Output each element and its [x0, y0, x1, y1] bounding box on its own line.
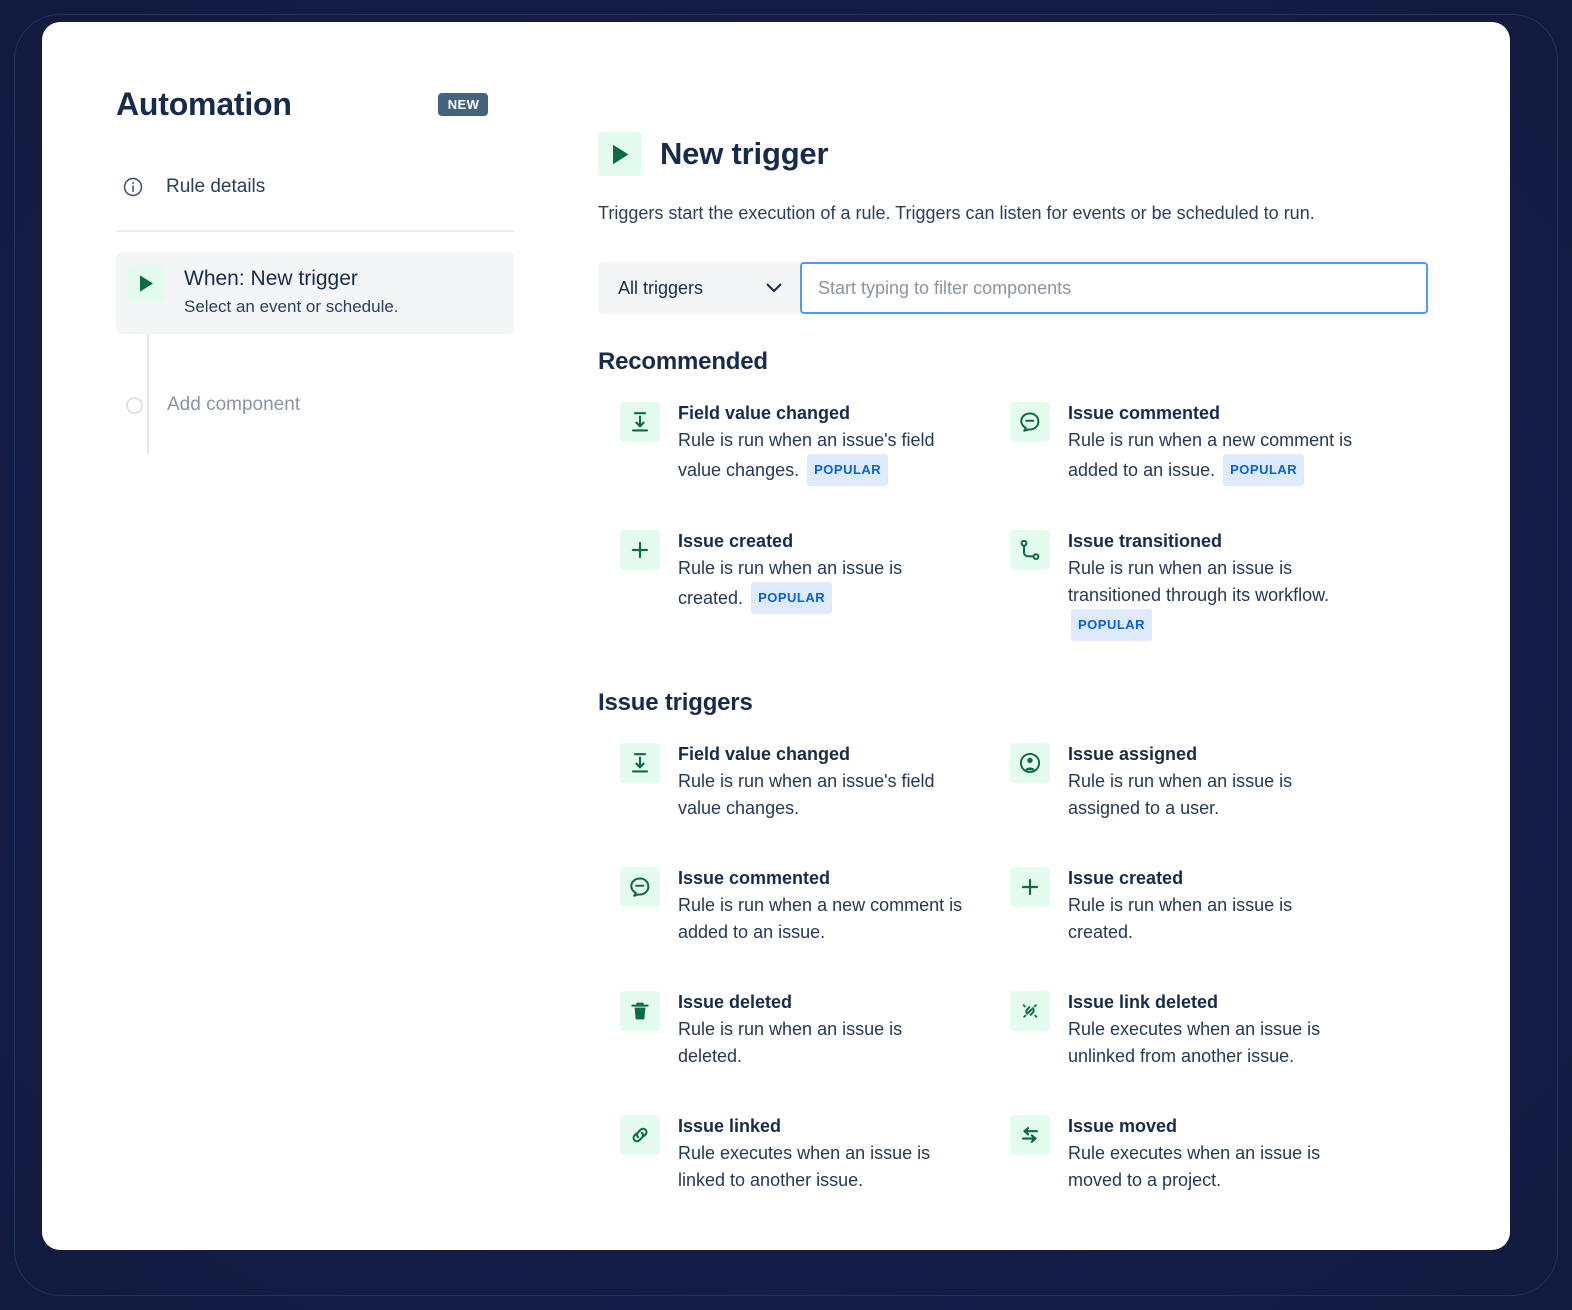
trigger-desc: Rule is run when a new comment is added … [678, 892, 968, 946]
filter-row: All triggers [598, 262, 1428, 314]
trigger-desc: Rule executes when an issue is linked to… [678, 1140, 968, 1194]
trigger-type-select-value: All triggers [618, 278, 703, 299]
rule-steps: When: New trigger Select an event or sch… [116, 252, 576, 416]
trigger-name: Issue transitioned [1068, 529, 1358, 553]
trigger-name: Issue linked [678, 1114, 968, 1138]
sidebar-item-rule-details[interactable]: Rule details [116, 170, 576, 204]
trigger-name: Issue created [678, 529, 968, 553]
trigger-body: Issue created Rule is run when an issue … [1068, 865, 1358, 946]
recommended-grid: Field value changed Rule is run when an … [598, 390, 1428, 651]
sidebar: Automation NEW Rule details [116, 80, 576, 416]
info-icon [122, 176, 144, 198]
filter-components-input[interactable] [800, 262, 1428, 314]
trigger-body: Issue deleted Rule is run when an issue … [678, 989, 968, 1070]
trigger-desc: Rule is run when an issue is created. PO… [678, 555, 968, 614]
main-title: New trigger [660, 136, 828, 172]
arrows-lr-icon [1010, 1115, 1050, 1155]
main-panel: New trigger Triggers start the execution… [598, 132, 1428, 1204]
trigger-field-value-changed[interactable]: Field value changed Rule is run when an … [598, 731, 976, 832]
issue-triggers-grid: Field value changed Rule is run when an … [598, 731, 1428, 1204]
popular-badge: POPULAR [807, 454, 888, 486]
section-title-recommended: Recommended [598, 348, 1428, 376]
main-header: New trigger [598, 132, 1428, 176]
trigger-issue-created[interactable]: Issue created Rule is run when an issue … [988, 855, 1366, 956]
trigger-type-select[interactable]: All triggers [598, 262, 800, 314]
trigger-desc: Rule is run when an issue's field value … [678, 427, 968, 486]
step-when-new-trigger[interactable]: When: New trigger Select an event or sch… [116, 252, 514, 334]
chevron-down-icon [766, 283, 782, 293]
broken-link-icon [1010, 991, 1050, 1031]
trigger-desc-text: Rule is run when a new comment is added … [1068, 430, 1352, 480]
comment-icon [1010, 402, 1050, 442]
trigger-issue-moved[interactable]: Issue moved Rule executes when an issue … [988, 1103, 1366, 1204]
page-title-row: Automation NEW [116, 80, 576, 128]
trigger-issue-commented[interactable]: Issue commented Rule is run when a new c… [988, 390, 1366, 496]
trigger-issue-transitioned[interactable]: Issue transitioned Rule is run when an i… [988, 518, 1366, 651]
trigger-body: Issue commented Rule is run when a new c… [1068, 400, 1358, 486]
trigger-desc: Rule is run when an issue is assigned to… [1068, 768, 1358, 822]
trigger-desc: Rule is run when an issue is transitione… [1068, 555, 1358, 641]
person-icon [1010, 743, 1050, 783]
trigger-issue-link-deleted[interactable]: Issue link deleted Rule executes when an… [988, 979, 1366, 1080]
transition-icon [1010, 530, 1050, 570]
trigger-issue-commented[interactable]: Issue commented Rule is run when a new c… [598, 855, 976, 956]
trigger-desc-text: Rule is run when an issue is transitione… [1068, 558, 1329, 605]
step-text: When: New trigger Select an event or sch… [184, 265, 399, 319]
comment-icon [620, 867, 660, 907]
trigger-issue-linked[interactable]: Issue linked Rule executes when an issue… [598, 1103, 976, 1204]
trigger-body: Issue link deleted Rule executes when an… [1068, 989, 1358, 1070]
play-icon [128, 265, 164, 301]
trigger-desc: Rule is run when an issue is created. [1068, 892, 1358, 946]
trigger-desc: Rule executes when an issue is moved to … [1068, 1140, 1358, 1194]
trigger-name: Field value changed [678, 401, 968, 425]
trigger-body: Field value changed Rule is run when an … [678, 741, 968, 822]
trigger-name: Issue assigned [1068, 742, 1358, 766]
trigger-body: Issue commented Rule is run when a new c… [678, 865, 968, 946]
sidebar-divider [116, 230, 514, 232]
page-title: Automation [116, 86, 292, 123]
rule-details-label: Rule details [166, 176, 265, 198]
trigger-issue-deleted[interactable]: Issue deleted Rule is run when an issue … [598, 979, 976, 1080]
trigger-body: Issue assigned Rule is run when an issue… [1068, 741, 1358, 822]
add-component-label: Add component [167, 394, 300, 416]
trigger-field-value-changed[interactable]: Field value changed Rule is run when an … [598, 390, 976, 496]
trigger-issue-assigned[interactable]: Issue assigned Rule is run when an issue… [988, 731, 1366, 832]
main-description: Triggers start the execution of a rule. … [598, 200, 1428, 226]
add-component-dot-icon [126, 397, 143, 414]
trigger-name: Issue commented [1068, 401, 1358, 425]
app-card: Automation NEW Rule details [42, 22, 1510, 1250]
step-title: When: New trigger [184, 266, 399, 292]
section-title-issue-triggers: Issue triggers [598, 689, 1428, 717]
trigger-name: Issue commented [678, 866, 968, 890]
trigger-body: Issue transitioned Rule is run when an i… [1068, 528, 1358, 641]
trigger-name: Issue created [1068, 866, 1358, 890]
popular-badge: POPULAR [1223, 454, 1304, 486]
trash-icon [620, 991, 660, 1031]
trigger-body: Field value changed Rule is run when an … [678, 400, 968, 486]
trigger-desc: Rule is run when a new comment is added … [1068, 427, 1358, 486]
plus-icon [620, 530, 660, 570]
trigger-body: Issue linked Rule executes when an issue… [678, 1113, 968, 1194]
step-subtitle: Select an event or schedule. [184, 295, 399, 319]
outer-frame: Automation NEW Rule details [0, 0, 1572, 1310]
trigger-issue-created[interactable]: Issue created Rule is run when an issue … [598, 518, 976, 651]
trigger-name: Issue link deleted [1068, 990, 1358, 1014]
field-value-changed-icon [620, 743, 660, 783]
trigger-desc: Rule is run when an issue's field value … [678, 768, 968, 822]
plus-icon [1010, 867, 1050, 907]
trigger-name: Issue moved [1068, 1114, 1358, 1138]
trigger-name: Issue deleted [678, 990, 968, 1014]
popular-badge: POPULAR [751, 582, 832, 614]
trigger-name: Field value changed [678, 742, 968, 766]
popular-badge: POPULAR [1071, 609, 1152, 641]
trigger-body: Issue created Rule is run when an issue … [678, 528, 968, 614]
trigger-desc: Rule is run when an issue is deleted. [678, 1016, 968, 1070]
add-component-button[interactable]: Add component [116, 394, 576, 416]
field-value-changed-icon [620, 402, 660, 442]
play-icon [598, 132, 642, 176]
link-icon [620, 1115, 660, 1155]
trigger-body: Issue moved Rule executes when an issue … [1068, 1113, 1358, 1194]
trigger-desc: Rule executes when an issue is unlinked … [1068, 1016, 1358, 1070]
new-badge: NEW [438, 93, 489, 116]
